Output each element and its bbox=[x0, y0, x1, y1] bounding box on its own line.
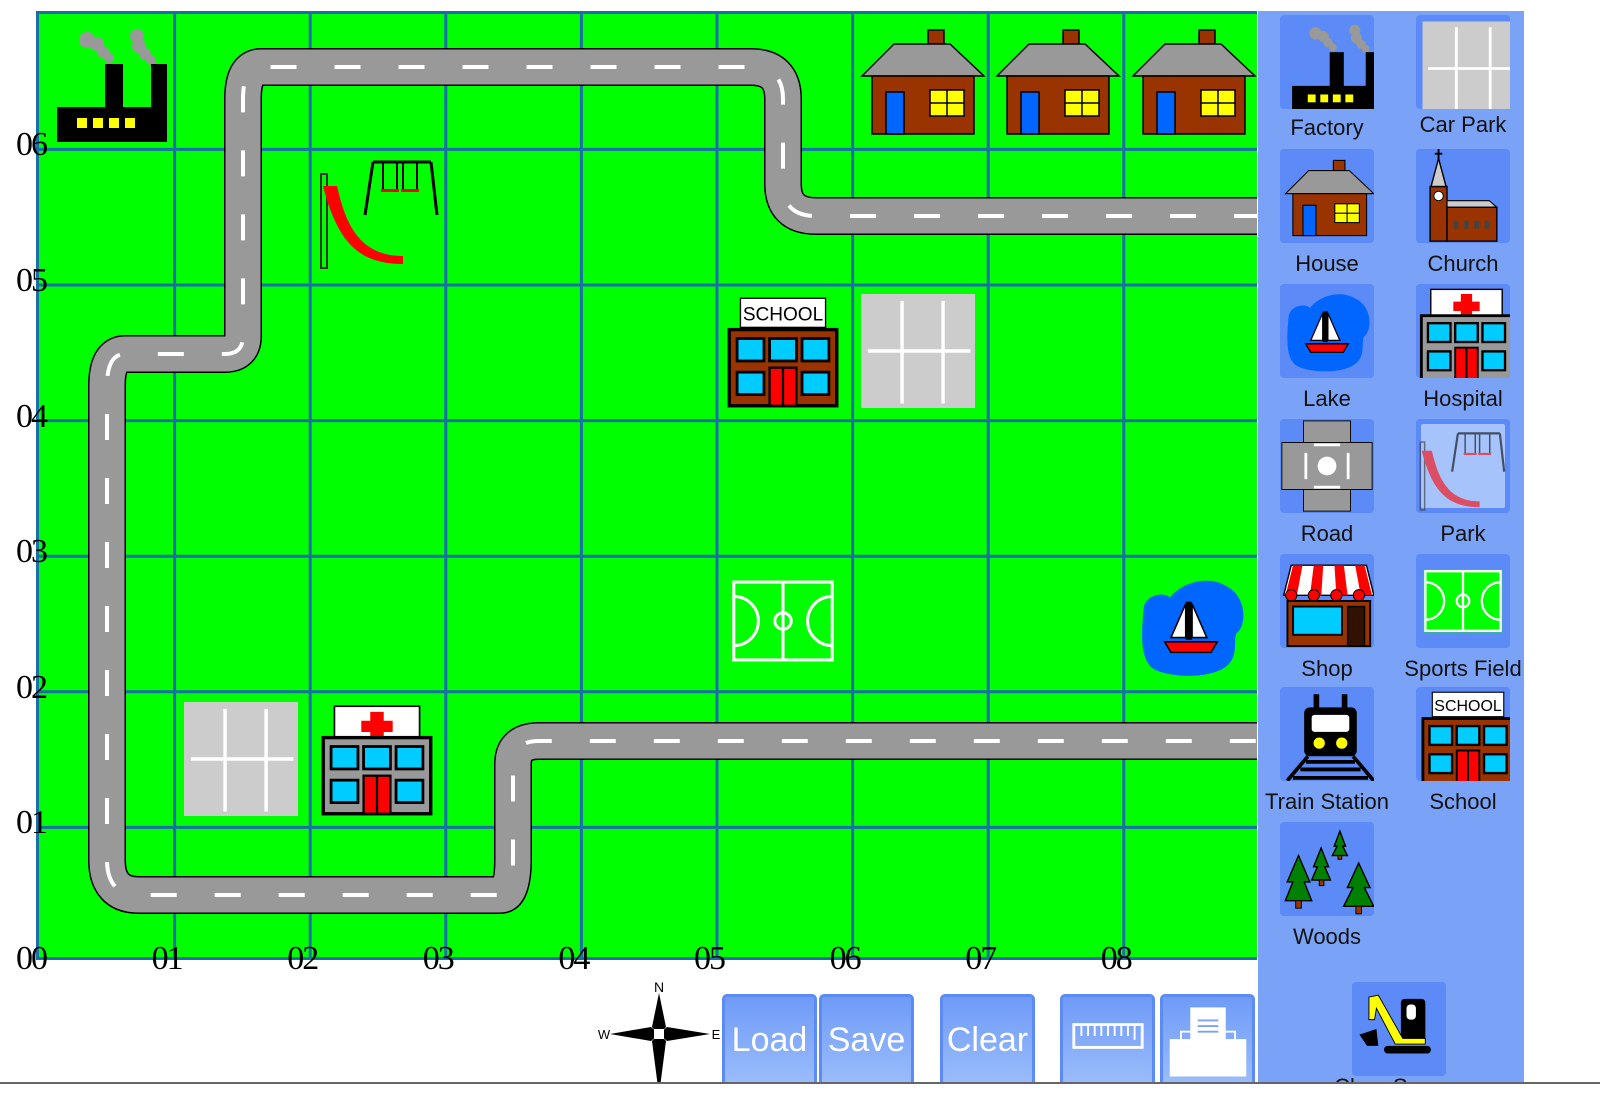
y-axis-label: 06 bbox=[16, 126, 48, 164]
map-item-house[interactable] bbox=[1132, 29, 1256, 135]
tool-house[interactable]: House bbox=[1259, 149, 1395, 277]
tool-label: Church bbox=[1427, 251, 1499, 276]
map-item-park[interactable] bbox=[319, 160, 439, 270]
grid-lines bbox=[39, 14, 1257, 957]
tool-label: Car Park bbox=[1419, 112, 1507, 137]
x-axis-label: 04 bbox=[558, 940, 590, 977]
x-axis-label: 06 bbox=[829, 940, 862, 977]
y-axis-label: 04 bbox=[16, 397, 48, 435]
load-label: Load bbox=[731, 1021, 808, 1059]
tool-church[interactable]: Church bbox=[1395, 149, 1531, 277]
y-axis-label: 03 bbox=[16, 533, 48, 571]
compass-east: E bbox=[712, 1027, 721, 1042]
y-axis-label: 05 bbox=[16, 262, 48, 299]
y-axis-label: 01 bbox=[16, 804, 48, 842]
tool-factory[interactable]: Factory bbox=[1259, 15, 1395, 141]
tool-lake[interactable]: Lake bbox=[1259, 284, 1395, 412]
tool-shop[interactable]: Shop bbox=[1259, 554, 1395, 682]
tool-woods[interactable]: Woods bbox=[1259, 822, 1395, 950]
x-axis-label: 00 bbox=[16, 940, 48, 977]
clear-label: Clear bbox=[946, 1021, 1029, 1059]
town-map-grid[interactable] bbox=[36, 11, 1257, 960]
tool-label: Lake bbox=[1303, 386, 1351, 411]
building-palette: Factory Car Park House Church Lake Hospi… bbox=[1258, 11, 1524, 1107]
tool-label: Hospital bbox=[1423, 386, 1503, 411]
ruler-icon bbox=[1070, 1017, 1146, 1064]
x-axis-label: 05 bbox=[694, 940, 726, 977]
compass-north: N bbox=[654, 979, 664, 995]
printer-icon bbox=[1166, 993, 1250, 1088]
tool-label: Factory bbox=[1290, 115, 1364, 140]
map-item-car-park[interactable] bbox=[184, 702, 298, 816]
x-axis-label: 01 bbox=[151, 940, 184, 977]
map-item-factory[interactable] bbox=[57, 29, 169, 150]
x-axis-label: 08 bbox=[1100, 940, 1133, 977]
tool-label: Park bbox=[1440, 521, 1486, 546]
tool-label: School bbox=[1429, 789, 1497, 814]
map-item-house[interactable] bbox=[996, 29, 1120, 135]
window-bottom-edge bbox=[0, 1082, 1600, 1109]
map-item-house[interactable] bbox=[861, 29, 985, 135]
tool-label: Shop bbox=[1301, 656, 1353, 681]
tool-hospital[interactable]: Hospital bbox=[1395, 284, 1531, 412]
map-item-lake[interactable] bbox=[1141, 579, 1245, 677]
save-label: Save bbox=[827, 1021, 906, 1059]
map-item-school[interactable] bbox=[727, 296, 839, 408]
x-axis-label: 07 bbox=[965, 940, 997, 977]
map-item-hospital[interactable] bbox=[321, 704, 433, 816]
compass-west: W bbox=[598, 1027, 611, 1042]
map-item-sports-field[interactable] bbox=[731, 580, 835, 662]
tool-label: House bbox=[1295, 251, 1359, 276]
tool-road[interactable]: Road bbox=[1259, 419, 1395, 547]
tool-park[interactable]: Park bbox=[1395, 419, 1531, 547]
tool-label: Train Station bbox=[1265, 789, 1389, 814]
tool-car-park[interactable]: Car Park bbox=[1395, 15, 1531, 138]
tool-sports-field[interactable]: Sports Field bbox=[1395, 554, 1531, 682]
tool-label: Road bbox=[1300, 521, 1354, 546]
tool-school[interactable]: School bbox=[1395, 687, 1531, 815]
x-axis-label: 02 bbox=[287, 940, 319, 977]
y-axis-label: 02 bbox=[16, 668, 48, 706]
tool-label: Sports Field bbox=[1404, 656, 1522, 681]
x-axis-label: 03 bbox=[422, 940, 455, 977]
tool-train-station[interactable]: Train Station bbox=[1259, 687, 1395, 815]
map-canvas[interactable] bbox=[39, 14, 1257, 960]
tool-label: Woods bbox=[1292, 924, 1362, 949]
map-item-car-park[interactable] bbox=[861, 294, 975, 408]
